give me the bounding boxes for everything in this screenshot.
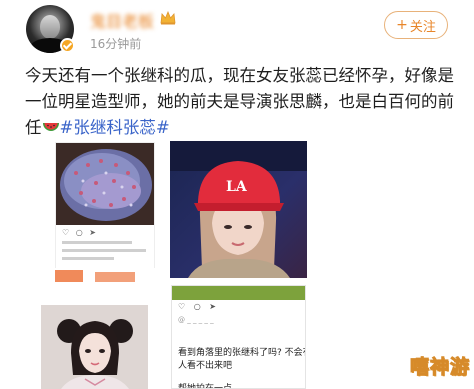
screenshot-text-line: 看到角落里的张继科了吗? 不会有 <box>178 348 306 358</box>
crown-icon <box>160 11 176 25</box>
plus-icon: + <box>396 17 408 33</box>
watermark-logo: 嘻神游 <box>409 356 471 379</box>
screenshot-text-line: 人看不出来吧 <box>178 361 233 371</box>
hashtag-link[interactable]: #张继科张蕊# <box>60 118 170 137</box>
strip-segment <box>95 272 135 282</box>
screenshot-text-line: 帮她拍在一点 <box>178 384 233 389</box>
thumbnail-strip <box>55 268 155 284</box>
cake-action-icons: ♡ ○ ➤ <box>62 228 98 237</box>
screenshot-header-bar <box>172 286 305 300</box>
post-header: 鬼目老板 16分钟前 + 关注 <box>0 0 474 60</box>
cake-photo-thumbnail[interactable]: ♡ ○ ➤ <box>55 142 155 269</box>
caption-placeholder <box>62 249 146 252</box>
post-timestamp: 16分钟前 <box>90 37 142 51</box>
strip-segment <box>55 270 83 282</box>
watermelon-emoji-icon <box>42 123 59 131</box>
follow-button[interactable]: + 关注 <box>384 11 448 39</box>
caption-placeholder <box>62 257 114 260</box>
chat-screenshot-thumbnail[interactable]: ♡ ○ ➤ @ _ _ _ _ _ 看到角落里的张继科了吗? 不会有 人看不出来… <box>171 285 306 389</box>
screenshot-username: @ _ _ _ _ _ <box>178 316 214 324</box>
caption-placeholder <box>62 241 132 244</box>
svg-text:LA: LA <box>226 179 248 195</box>
selfie-photo-thumbnail[interactable]: LA <box>170 141 307 278</box>
post-text: 今天还有一个张继科的瓜，现在女友张蕊已经怀孕，好像是一位明星造型师，她的前夫是导… <box>25 63 455 141</box>
follow-label: 关注 <box>409 19 436 35</box>
portrait-photo-thumbnail[interactable] <box>41 305 148 389</box>
username[interactable]: 鬼目老板 <box>90 8 154 31</box>
verified-badge-icon <box>60 38 75 53</box>
screenshot-action-icons: ♡ ○ ➤ <box>178 302 219 311</box>
avatar-face <box>40 15 60 39</box>
cake-image <box>56 143 154 225</box>
